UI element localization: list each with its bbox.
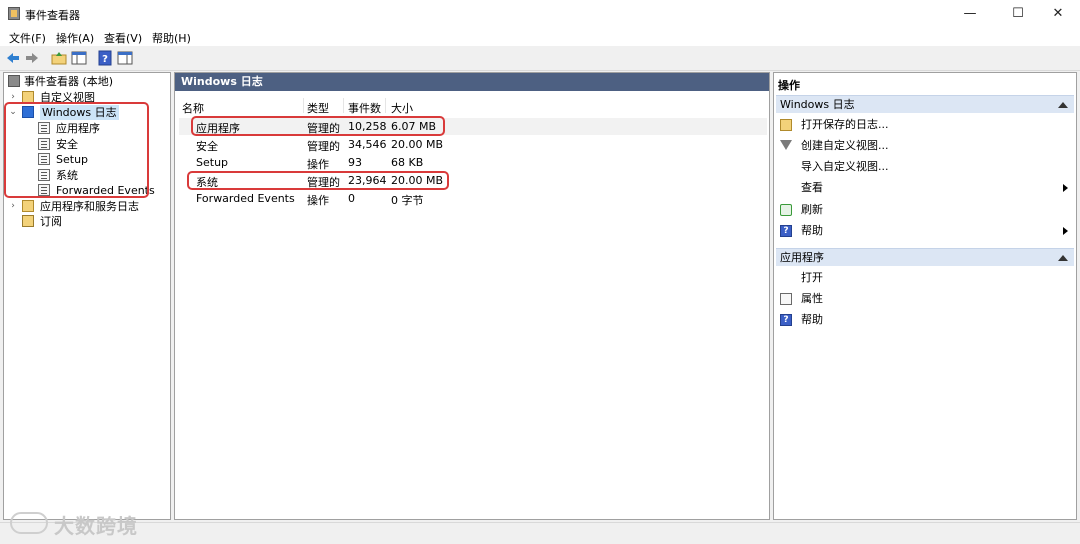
tree-item-subscriptions[interactable]: 订阅 — [8, 214, 158, 229]
maximize-button[interactable]: ☐ — [996, 0, 1040, 27]
actions-pane: 操作 Windows 日志 打开保存的日志... 创建自定义视图... 导入自定… — [773, 72, 1077, 520]
refresh-icon — [780, 204, 792, 216]
properties-icon — [780, 293, 792, 305]
action-open[interactable]: 打开 — [776, 269, 1074, 287]
event-viewer-icon — [8, 75, 20, 87]
back-arrow-icon[interactable] — [5, 50, 21, 66]
navigation-tree: 事件查看器 (本地) › 自定义视图 ⌄ Windows 日志 应用程序 安全 … — [3, 72, 171, 520]
column-divider[interactable] — [303, 98, 304, 113]
status-bar — [0, 522, 1080, 544]
highlight-application-row — [191, 116, 445, 136]
submenu-arrow-icon — [1063, 227, 1068, 235]
open-folder-icon — [780, 119, 792, 131]
highlight-windows-logs-group — [4, 102, 149, 198]
action-help[interactable]: ? 帮助 — [776, 222, 1074, 240]
collapse-icon[interactable] — [1058, 102, 1068, 108]
menu-help[interactable]: 帮助(H) — [152, 30, 191, 46]
menu-bar: 文件(F) 操作(A) 查看(V) 帮助(H) — [0, 27, 1080, 46]
collapse-icon[interactable] — [1058, 255, 1068, 261]
toolbar: ? — [0, 46, 1080, 71]
pane-header: Windows 日志 — [175, 73, 769, 91]
column-divider[interactable] — [343, 98, 344, 113]
col-size[interactable]: 大小 — [391, 100, 413, 116]
col-name[interactable]: 名称 — [182, 100, 204, 116]
chevron-right-icon[interactable]: › — [8, 199, 18, 214]
subscription-icon — [22, 215, 34, 227]
action-refresh[interactable]: 刷新 — [776, 201, 1074, 219]
col-type[interactable]: 类型 — [307, 100, 329, 116]
menu-action[interactable]: 操作(A) — [56, 30, 94, 46]
menu-file[interactable]: 文件(F) — [9, 30, 46, 46]
show-hide-tree-icon[interactable] — [71, 50, 87, 66]
up-folder-icon[interactable] — [51, 50, 67, 66]
action-help-2[interactable]: ? 帮助 — [776, 311, 1074, 329]
window-title: 事件查看器 — [25, 9, 80, 22]
action-import-custom-view[interactable]: 导入自定义视图... — [776, 158, 1074, 176]
forward-arrow-icon[interactable] — [24, 50, 40, 66]
folder-icon — [22, 200, 34, 212]
log-list-pane: Windows 日志 名称 类型 事件数 大小 应用程序 管理的 10,258 … — [174, 72, 770, 520]
action-open-saved-log[interactable]: 打开保存的日志... — [776, 116, 1074, 134]
col-count[interactable]: 事件数 — [348, 100, 381, 116]
action-create-custom-view[interactable]: 创建自定义视图... — [776, 137, 1074, 155]
event-viewer-app-icon — [8, 7, 20, 20]
console-pane-icon[interactable] — [117, 50, 133, 66]
submenu-arrow-icon — [1063, 184, 1068, 192]
tree-item-root[interactable]: 事件查看器 (本地) — [6, 74, 166, 89]
action-properties[interactable]: 属性 — [776, 290, 1074, 308]
column-divider[interactable] — [385, 98, 386, 113]
action-view[interactable]: 查看 — [776, 179, 1074, 197]
filter-icon — [780, 140, 792, 152]
close-button[interactable]: ✕ — [1036, 0, 1080, 27]
svg-text:?: ? — [102, 54, 108, 65]
menu-view[interactable]: 查看(V) — [104, 30, 142, 46]
watermark-logo — [10, 512, 48, 534]
watermark-text: 大数跨境 — [54, 514, 138, 538]
section-application[interactable]: 应用程序 — [776, 248, 1074, 266]
help-icon[interactable]: ? — [97, 50, 113, 66]
help-icon: ? — [780, 314, 792, 326]
tree-item-apps-services[interactable]: › 应用程序和服务日志 — [8, 199, 158, 214]
highlight-system-row — [187, 171, 449, 190]
help-icon: ? — [780, 225, 792, 237]
minimize-button[interactable]: — — [948, 0, 992, 27]
section-windows-logs[interactable]: Windows 日志 — [776, 95, 1074, 113]
actions-title: 操作 — [778, 79, 800, 92]
title-bar: 事件查看器 — ☐ ✕ — [0, 0, 1080, 27]
